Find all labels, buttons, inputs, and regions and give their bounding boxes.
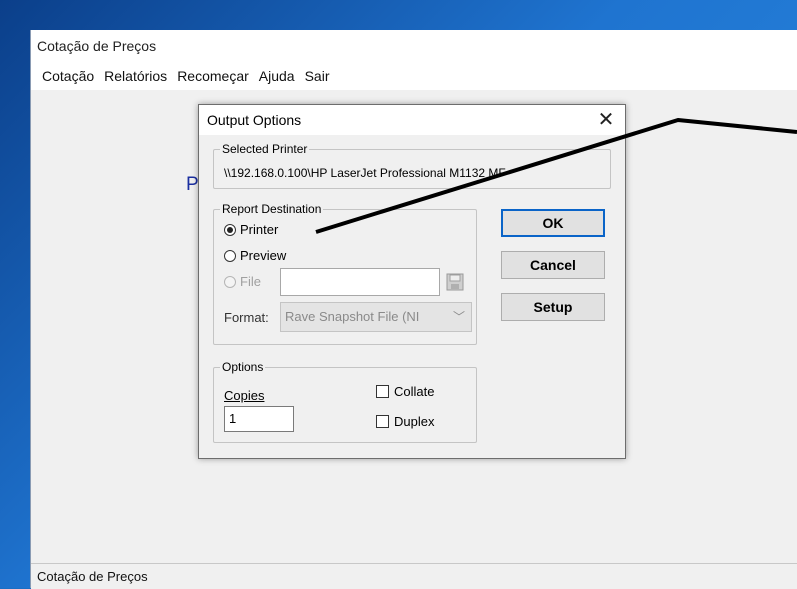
annotation-line — [315, 118, 797, 234]
